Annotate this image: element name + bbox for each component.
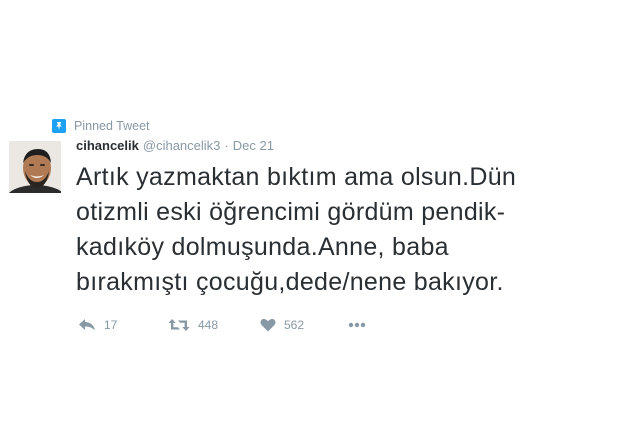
tweet-date[interactable]: Dec 21 bbox=[233, 138, 274, 153]
retweet-count: 448 bbox=[198, 318, 219, 332]
reply-icon bbox=[78, 318, 96, 332]
pinned-indicator: Pinned Tweet bbox=[52, 117, 150, 135]
reply-count: 17 bbox=[104, 318, 118, 332]
author-handle[interactable]: @cihancelik3 bbox=[143, 138, 221, 153]
tweet-text-line: Artık yazmaktan bıktım ama olsun.Dün bbox=[76, 163, 517, 191]
pinned-label: Pinned Tweet bbox=[74, 119, 150, 133]
tweet-card: Pinned Tweet cihancelik @cihancelik3 · D… bbox=[0, 0, 640, 440]
like-count: 562 bbox=[284, 318, 305, 332]
tweet-header: cihancelik @cihancelik3 · Dec 21 bbox=[76, 138, 274, 153]
avatar[interactable] bbox=[9, 141, 61, 193]
pin-icon bbox=[52, 119, 66, 133]
tweet-text: Artık yazmaktan bıktım ama olsun.Dün oti… bbox=[76, 160, 616, 300]
heart-icon bbox=[260, 318, 276, 332]
tweet-text-line: otizmli eski öğrencimi gördüm pendik- bbox=[76, 198, 506, 226]
author-name[interactable]: cihancelik bbox=[76, 138, 139, 153]
like-button[interactable]: 562 bbox=[260, 318, 348, 332]
more-button[interactable] bbox=[348, 322, 366, 328]
tweet-text-line: bırakmıştı çocuğu,dede/nene bakıyor. bbox=[76, 268, 504, 296]
more-icon bbox=[348, 322, 366, 328]
retweet-button[interactable]: 448 bbox=[168, 318, 260, 332]
tweet-actions: 17 448 562 bbox=[78, 314, 366, 336]
tweet-text-line: kadıköy dolmuşunda.Anne, baba bbox=[76, 233, 449, 261]
retweet-icon bbox=[168, 318, 190, 332]
reply-button[interactable]: 17 bbox=[78, 318, 168, 332]
header-separator: · bbox=[224, 138, 229, 153]
